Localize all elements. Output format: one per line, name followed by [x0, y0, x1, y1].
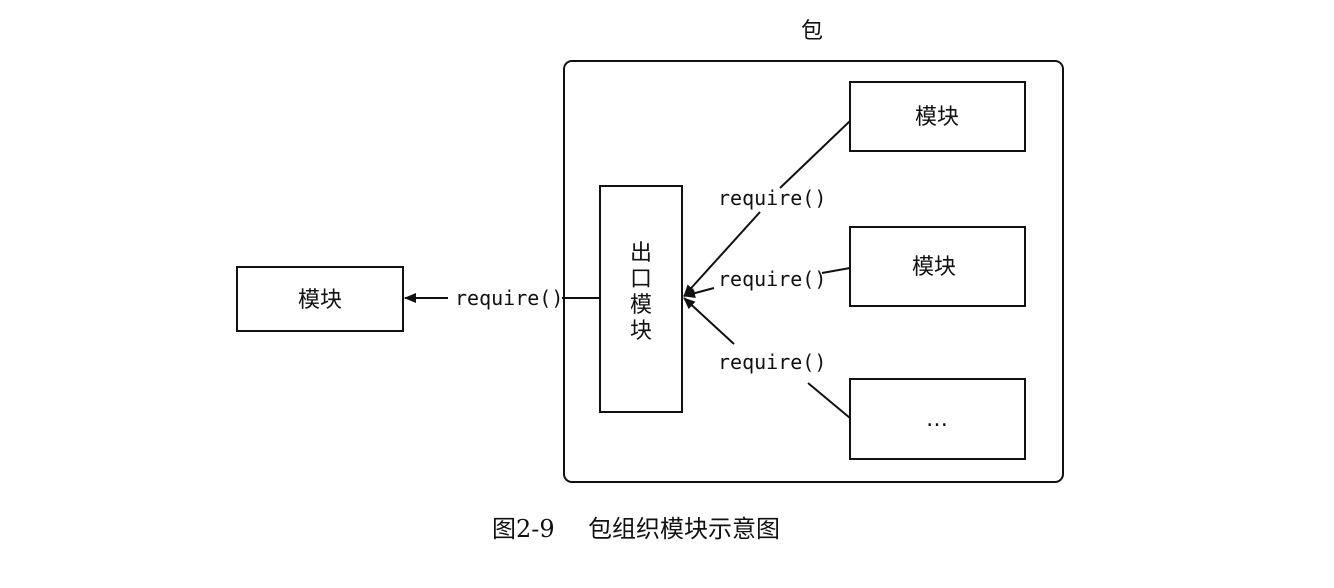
require-label-3: require() — [718, 350, 826, 374]
require-label-1: require() — [718, 186, 826, 210]
inner-module-label-1: 模块 — [915, 105, 959, 130]
external-module-label: 模块 — [298, 288, 342, 313]
package-diagram: 包 模块 出 口 模 块 模块 模块 … require() require()… — [0, 0, 1334, 584]
exit-module-char-1: 出 — [630, 241, 652, 266]
exit-module-char-2: 口 — [630, 267, 652, 292]
inner-module-label-3: … — [926, 407, 948, 432]
package-title: 包 — [801, 19, 823, 44]
exit-module-char-3: 模 — [630, 293, 652, 318]
figure-title: 包组织模块示意图 — [588, 515, 780, 543]
inner-module-label-2: 模块 — [912, 255, 956, 280]
exit-module-char-4: 块 — [630, 319, 652, 344]
figure-number: 图2-9 — [492, 515, 555, 543]
diagram-canvas: 包 模块 出 口 模 块 模块 模块 … require() require()… — [236, 19, 1064, 543]
external-require-label: require() — [455, 286, 563, 310]
require-label-2: require() — [718, 267, 826, 291]
